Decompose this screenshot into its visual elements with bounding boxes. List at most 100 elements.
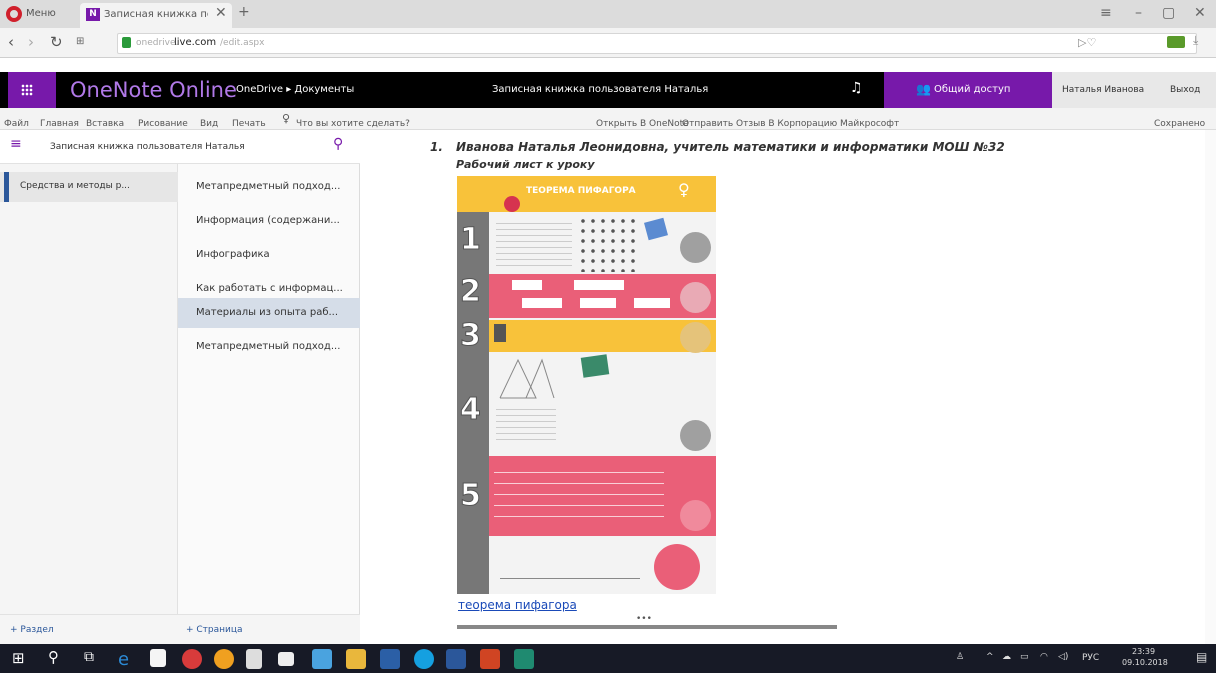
back-icon[interactable]: ‹ <box>8 33 14 51</box>
worksheet-link[interactable]: теорема пифагора <box>458 598 577 612</box>
task2-field <box>634 298 670 308</box>
store-icon[interactable] <box>150 649 166 667</box>
people-icon[interactable]: ♙ <box>956 652 964 662</box>
action-center-icon[interactable]: ▤ <box>1196 650 1207 664</box>
section-label: Средства и методы р... <box>20 181 130 191</box>
search-icon[interactable]: ⚲ <box>333 136 343 152</box>
url-input[interactable]: onedrive. live.com /edit.aspx ▷♡ <box>117 33 1197 54</box>
windows-start-icon[interactable]: ⊞ <box>12 649 25 667</box>
page-subheading[interactable]: Рабочий лист к уроку <box>456 158 595 171</box>
opera-logo-icon[interactable] <box>6 6 22 22</box>
tab-draw[interactable]: Рисование <box>138 119 188 129</box>
tab-view[interactable]: Вид <box>200 119 218 129</box>
share-button[interactable]: 👥 Общий доступ <box>884 72 1052 108</box>
notification-bell-icon[interactable]: ♫ <box>850 80 863 96</box>
url-suffix: /edit.aspx <box>220 38 265 48</box>
opera-taskbar-icon[interactable] <box>182 649 202 669</box>
worksheet-title: ТЕОРЕМА ПИФАГОРА <box>526 186 636 196</box>
minimize-icon[interactable]: – <box>1135 5 1142 21</box>
heart-icon[interactable]: ▷♡ <box>1078 36 1096 49</box>
page-item[interactable]: Метапредметный подход... <box>178 332 360 362</box>
tray-chevron-icon[interactable]: ^ <box>986 652 994 662</box>
books-icon <box>580 354 610 378</box>
triangles-diagram <box>499 358 555 399</box>
hamburger-icon[interactable]: ≡ <box>10 136 22 152</box>
task-view-icon[interactable]: ⧉ <box>84 649 94 665</box>
task1-dot-grid <box>578 216 638 272</box>
tab-close-icon[interactable]: ✕ <box>215 5 227 21</box>
worksheet-number: 3 <box>460 318 482 354</box>
skype-icon[interactable] <box>414 649 434 669</box>
network-icon[interactable]: ☁ <box>1002 652 1011 662</box>
maximize-icon[interactable]: ▢ <box>1162 5 1175 21</box>
edge-icon[interactable]: e <box>118 649 138 670</box>
page-heading[interactable]: Иванова Наталья Леонидовна, учитель мате… <box>456 140 1005 154</box>
download-icon[interactable]: ⤓ <box>1193 33 1198 48</box>
photoshop-icon[interactable] <box>380 649 400 669</box>
page-item[interactable]: Информация (содержани... <box>178 206 360 236</box>
answer-line <box>500 578 640 579</box>
taskbar-search-icon[interactable]: ⚲ <box>48 648 59 666</box>
horizontal-scrollbar[interactable] <box>457 625 837 629</box>
user-name[interactable]: Наталья Иванова <box>1062 85 1144 95</box>
powerpoint-icon[interactable] <box>480 649 500 669</box>
app-icon[interactable] <box>312 649 332 669</box>
publisher-icon[interactable] <box>514 649 534 669</box>
vertical-scrollbar[interactable] <box>1205 130 1216 644</box>
language-indicator[interactable]: РУС <box>1082 653 1099 663</box>
saved-status: Сохранено <box>1154 119 1206 129</box>
opera-menu-label[interactable]: Меню <box>26 8 56 19</box>
bookmark-icon <box>494 324 506 342</box>
page-item[interactable]: Инфографика <box>178 240 360 270</box>
app-name[interactable]: OneNote Online <box>70 78 237 102</box>
tab-menu-icon[interactable]: ≡ <box>1100 5 1112 21</box>
extension-icon[interactable] <box>1167 36 1185 48</box>
task2-field <box>574 280 624 290</box>
speed-dial-icon[interactable]: ⊞ <box>76 36 84 47</box>
signout-link[interactable]: Выход <box>1170 85 1200 95</box>
explorer-icon[interactable] <box>346 649 366 669</box>
wifi-icon[interactable]: ◠ <box>1040 652 1048 662</box>
share-label: Общий доступ <box>934 84 1011 95</box>
notebook-header: ≡ Записная книжка пользователя Наталья ⚲ <box>0 130 360 164</box>
task2-field <box>522 298 562 308</box>
chrome-icon[interactable] <box>214 649 234 669</box>
worksheet-number: 5 <box>460 478 482 514</box>
tab-print[interactable]: Печать <box>232 119 266 129</box>
page-item-selected[interactable]: Материалы из опыта раб... <box>178 298 360 328</box>
share-person-icon: 👥 <box>916 82 931 96</box>
reload-icon[interactable]: ↻ <box>50 33 63 51</box>
word-icon[interactable] <box>446 649 466 669</box>
volume-icon[interactable]: ◁) <box>1058 652 1068 662</box>
section-list <box>0 164 178 614</box>
tab-home[interactable]: Главная <box>40 119 79 129</box>
feedback-link[interactable]: Отправить Отзыв В Корпорацию Майкрософт <box>682 119 899 129</box>
tell-me-input[interactable]: Что вы хотите сделать? <box>296 119 410 129</box>
open-in-onenote-link[interactable]: Открыть В OneNote <box>596 119 689 129</box>
resize-handle[interactable]: ••• <box>636 614 652 624</box>
tab-insert[interactable]: Вставка <box>86 119 124 129</box>
section-color-bar <box>4 172 9 202</box>
add-page-button[interactable]: + Страница <box>186 625 243 635</box>
task2-circle <box>680 282 711 313</box>
breadcrumb[interactable]: OneDrive ▸ Документы <box>236 84 354 95</box>
page-item[interactable]: Метапредметный подход... <box>178 172 360 202</box>
battery-icon[interactable]: ▭ <box>1020 652 1029 662</box>
lightbulb-drawing-icon: ♀ <box>678 180 690 199</box>
task1-text <box>496 218 572 266</box>
worksheet-number: 1 <box>460 222 482 258</box>
task1-circle <box>680 232 711 263</box>
calculator-icon[interactable] <box>246 649 262 669</box>
mail-icon[interactable] <box>278 652 294 666</box>
browser-tab-title: Записная книжка пользо <box>104 9 208 20</box>
task4-text <box>496 404 556 440</box>
window-close-icon[interactable]: ✕ <box>1194 5 1206 21</box>
new-tab-icon[interactable]: + <box>238 4 250 20</box>
task3-circle <box>680 322 711 353</box>
browser-tab-strip: Меню N Записная книжка пользо ✕ + ≡ – ▢ … <box>0 0 1216 28</box>
clock-time[interactable]: 23:39 <box>1132 647 1155 656</box>
add-section-button[interactable]: + Раздел <box>10 625 54 635</box>
tab-file[interactable]: Файл <box>4 119 29 129</box>
forward-icon[interactable]: › <box>28 33 34 51</box>
clock-date[interactable]: 09.10.2018 <box>1122 658 1168 667</box>
